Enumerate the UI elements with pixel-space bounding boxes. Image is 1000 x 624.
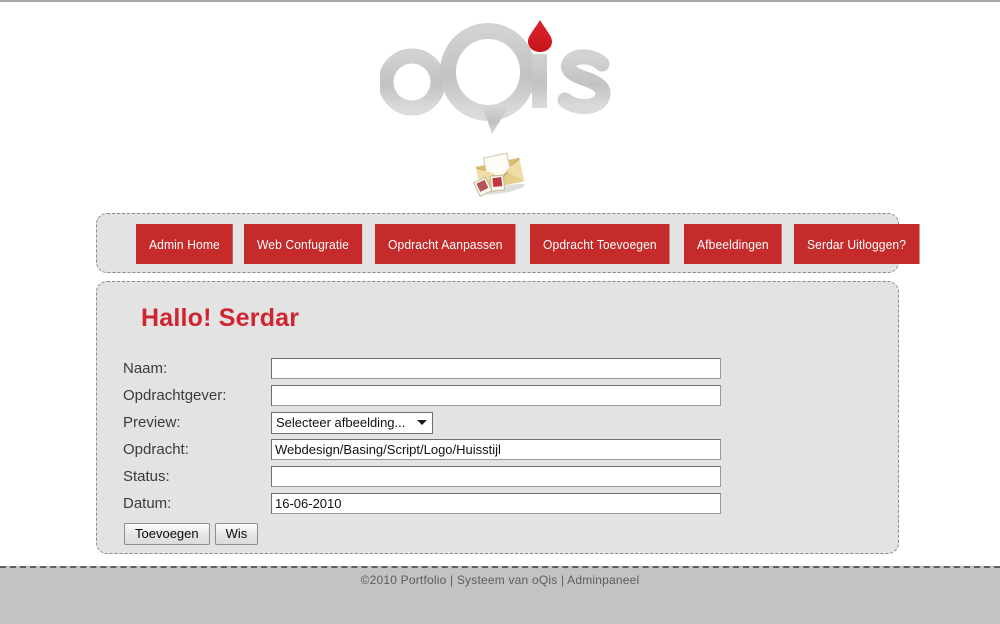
footer-text: ©2010 Portfolio | Systeem van oQis | Adm… xyxy=(360,573,640,587)
datum-input[interactable] xyxy=(271,493,721,514)
form-row-opdrachtgever: Opdrachtgever: xyxy=(123,382,823,409)
form-row-datum: Datum: xyxy=(123,490,823,517)
top-divider xyxy=(0,0,1000,2)
envelope-icon-wrap xyxy=(0,148,1000,200)
naam-input[interactable] xyxy=(271,358,721,379)
content-panel: Hallo! Serdar Naam: Opdrachtgever: Previ… xyxy=(96,281,899,554)
nav-item-afbeeldingen[interactable]: Afbeeldingen xyxy=(684,224,783,264)
form-row-opdracht: Opdracht: xyxy=(123,436,823,463)
opdracht-form: Naam: Opdrachtgever: Preview: Selecteer … xyxy=(123,355,823,545)
opdrachtgever-input[interactable] xyxy=(271,385,721,406)
label-datum: Datum: xyxy=(123,495,172,512)
nav-item-web-confugratie[interactable]: Web Confugratie xyxy=(244,224,363,264)
label-opdracht: Opdracht: xyxy=(123,441,189,458)
opdracht-input[interactable] xyxy=(271,439,721,460)
status-input[interactable] xyxy=(271,466,721,487)
wis-button[interactable]: Wis xyxy=(214,523,259,545)
label-opdrachtgever: Opdrachtgever: xyxy=(123,387,227,404)
chevron-down-icon xyxy=(417,419,427,425)
site-logo xyxy=(0,16,1000,134)
page-title: Hallo! Serdar xyxy=(141,304,300,332)
main-navigation: Admin Home Web Confugratie Opdracht Aanp… xyxy=(96,213,919,273)
label-status: Status: xyxy=(123,468,170,485)
form-row-preview: Preview: Selecteer afbeelding... xyxy=(123,409,823,436)
preview-select-value[interactable]: Selecteer afbeelding... xyxy=(271,411,433,434)
form-row-status: Status: xyxy=(123,463,823,490)
label-preview: Preview: xyxy=(123,414,181,431)
oqis-logo-icon xyxy=(380,20,611,134)
form-row-naam: Naam: xyxy=(123,355,823,382)
footer: ©2010 Portfolio | Systeem van oQis | Adm… xyxy=(0,566,1000,624)
nav-item-uitloggen[interactable]: Serdar Uitloggen? xyxy=(793,224,919,264)
nav-item-admin-home[interactable]: Admin Home xyxy=(136,224,233,264)
nav-item-opdracht-toevoegen[interactable]: Opdracht Toevoegen xyxy=(530,224,670,264)
toevoegen-button[interactable]: Toevoegen xyxy=(124,523,210,545)
envelope-photos-icon xyxy=(473,152,525,197)
nav-button-list: Admin Home Web Confugratie Opdracht Aanp… xyxy=(136,224,928,264)
form-actions: Toevoegen Wis xyxy=(123,523,823,545)
label-naam: Naam: xyxy=(123,360,168,377)
page-root: Admin Home Web Confugratie Opdracht Aanp… xyxy=(0,0,1000,624)
preview-select[interactable]: Selecteer afbeelding... xyxy=(271,411,433,434)
nav-item-opdracht-aanpassen[interactable]: Opdracht Aanpassen xyxy=(374,224,516,264)
